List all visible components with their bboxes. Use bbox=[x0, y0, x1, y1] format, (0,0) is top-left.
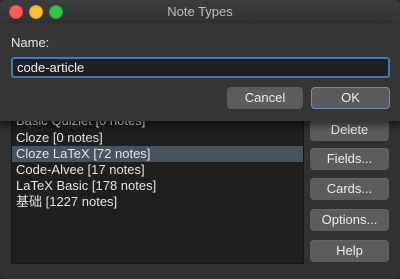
cancel-button[interactable]: Cancel bbox=[227, 87, 303, 109]
rename-sheet: Name: Cancel OK bbox=[0, 23, 400, 121]
cards-button[interactable]: Cards... bbox=[310, 178, 389, 200]
name-input[interactable] bbox=[11, 57, 390, 78]
window-title: Note Types bbox=[167, 4, 233, 19]
note-types-list[interactable]: Basic Quizlet [0 notes] Cloze [0 notes] … bbox=[11, 112, 304, 264]
list-item[interactable]: Cloze [0 notes] bbox=[12, 130, 303, 146]
options-button[interactable]: Options... bbox=[310, 209, 389, 231]
list-item[interactable]: LaTeX Basic [178 notes] bbox=[12, 178, 303, 194]
fields-button[interactable]: Fields... bbox=[310, 148, 389, 170]
help-button[interactable]: Help bbox=[310, 240, 389, 262]
delete-button[interactable]: Delete bbox=[310, 119, 389, 141]
title-bar: Note Types bbox=[0, 0, 400, 24]
name-label: Name: bbox=[11, 35, 50, 50]
list-item[interactable]: Code-Alvee [17 notes] bbox=[12, 162, 303, 178]
list-item-selected[interactable]: Cloze LaTeX [72 notes] bbox=[12, 146, 303, 162]
note-types-window: Note Types Basic Quizlet [0 notes] Cloze… bbox=[0, 0, 400, 279]
ok-button[interactable]: OK bbox=[311, 87, 390, 109]
list-item[interactable]: 基础 [1227 notes] bbox=[12, 194, 303, 210]
